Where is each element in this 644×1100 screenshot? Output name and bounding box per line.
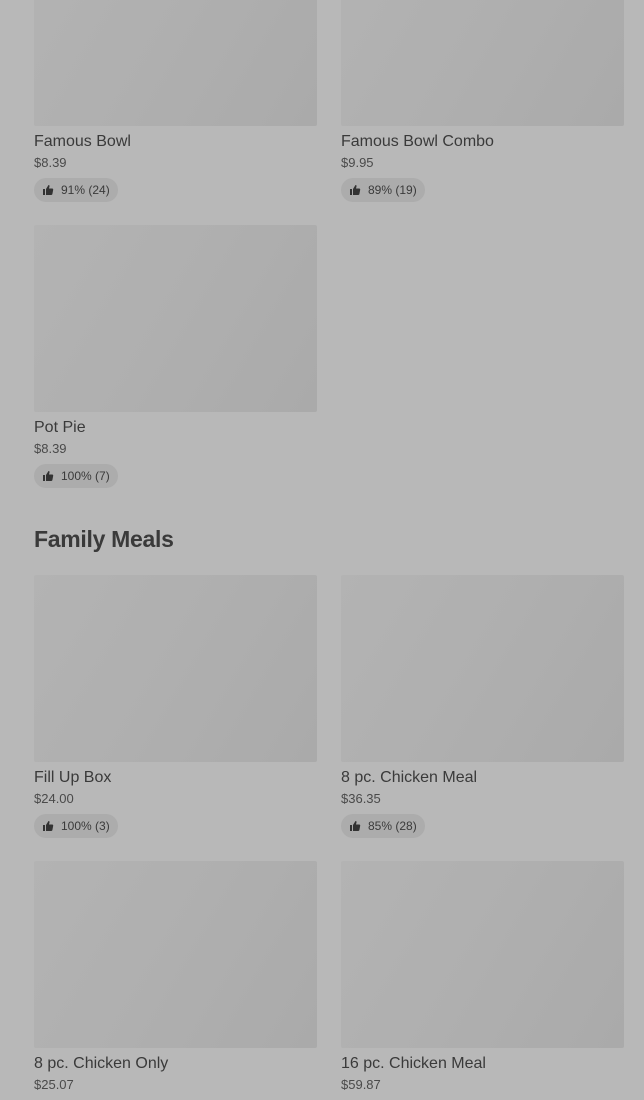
menu-item-price: $59.87 — [341, 1077, 381, 1092]
menu-item-card[interactable]: 16 pc. Chicken Meal $59.87 — [341, 861, 624, 1094]
menu-item-card[interactable]: Fill Up Box $24.00 100% (3) — [34, 575, 317, 838]
rating-text: 100% (3) — [61, 819, 110, 833]
rating-badge: 91% (24) — [34, 178, 118, 202]
menu-item-image — [341, 575, 624, 762]
rating-text: 91% (24) — [61, 183, 110, 197]
rating-badge: 89% (19) — [341, 178, 425, 202]
menu-item-card[interactable]: 8 pc. Chicken Only $25.07 — [34, 861, 317, 1094]
thumbs-up-icon — [43, 821, 54, 831]
menu-item-title: 8 pc. Chicken Meal — [341, 769, 478, 786]
menu-item-price: $24.00 — [34, 791, 74, 806]
menu-item-image — [34, 861, 317, 1048]
menu-item-price: $25.07 — [34, 1077, 74, 1092]
menu-item-title: Fill Up Box — [34, 769, 112, 786]
menu-item-title: 8 pc. Chicken Only — [34, 1055, 169, 1072]
menu-item-price: $36.35 — [341, 791, 381, 806]
menu-item-card[interactable]: 8 pc. Chicken Meal $36.35 85% (28) — [341, 575, 624, 838]
thumbs-up-icon — [350, 821, 361, 831]
rating-badge: 85% (28) — [341, 814, 425, 838]
menu-item-title: 16 pc. Chicken Meal — [341, 1055, 486, 1072]
rating-text: 85% (28) — [368, 819, 417, 833]
thumbs-up-icon — [350, 185, 361, 195]
thumbs-up-icon — [43, 185, 54, 195]
rating-badge: 100% (3) — [34, 814, 118, 838]
menu-item-image — [34, 0, 317, 126]
thumbs-up-icon — [43, 471, 54, 481]
menu-item-card[interactable]: Famous Bowl Combo $9.95 89% (19) — [341, 0, 624, 202]
menu-item-image — [34, 225, 317, 412]
rating-badge: 100% (7) — [34, 464, 118, 488]
menu-item-price: $8.39 — [34, 155, 67, 170]
menu-item-image — [341, 0, 624, 126]
menu-item-card[interactable]: Famous Bowl $8.39 91% (24) — [34, 0, 317, 202]
rating-text: 89% (19) — [368, 183, 417, 197]
rating-text: 100% (7) — [61, 469, 110, 483]
section-title: Family Meals — [34, 526, 174, 552]
menu-item-title: Pot Pie — [34, 419, 86, 436]
menu-item-image — [341, 861, 624, 1048]
menu-item-price: $8.39 — [34, 441, 67, 456]
menu-item-card[interactable]: Pot Pie $8.39 100% (7) — [34, 225, 317, 488]
menu-item-price: $9.95 — [341, 155, 374, 170]
menu-item-image — [34, 575, 317, 762]
menu-item-title: Famous Bowl Combo — [341, 133, 494, 150]
menu-item-title: Famous Bowl — [34, 133, 131, 150]
